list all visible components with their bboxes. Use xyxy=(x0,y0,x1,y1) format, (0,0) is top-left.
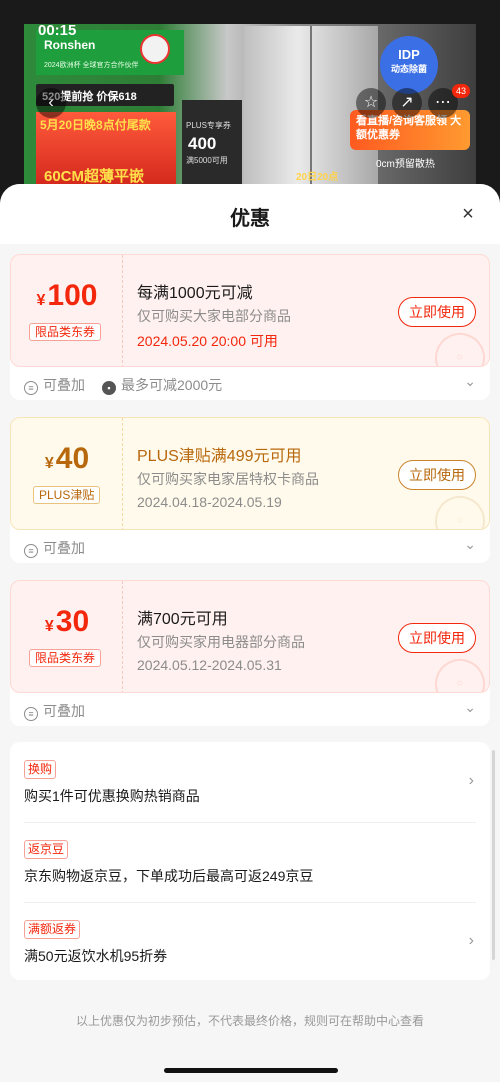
coupon-footer[interactable]: ≡ 可叠加 ⌄ xyxy=(10,693,490,726)
stack-icon: ≡ xyxy=(24,381,38,395)
coupon-amount-area: ¥30 限品类东券 xyxy=(11,581,123,692)
plus-coupon-label: PLUS专享券 xyxy=(186,121,231,130)
promotion-item-return-coupon[interactable]: 满额返券 满50元返饮水机95折券 › xyxy=(10,902,490,982)
idp-badge: IDP 动态除菌 xyxy=(380,36,438,94)
back-button[interactable]: ‹ xyxy=(36,88,66,118)
coupon-card: ¥40 PLUS津贴 PLUS津贴满499元可用 仅可购买家电家居特权卡商品 2… xyxy=(10,417,490,563)
coupon-card: ¥30 限品类东券 满700元可用 仅可购买家用电器部分商品 2024.05.1… xyxy=(10,580,490,726)
coupon-title: PLUS津贴满499元可用 xyxy=(137,448,302,465)
coupon-body: ¥40 PLUS津贴 PLUS津贴满499元可用 仅可购买家电家居特权卡商品 2… xyxy=(10,417,490,530)
brand-subtitle: 2024欧洲杯 全球官方合作伙伴 xyxy=(44,62,139,69)
close-icon: × xyxy=(462,203,474,225)
promotion-text: 满50元返饮水机95折券 xyxy=(24,948,168,964)
chevron-right-icon: › xyxy=(468,772,474,789)
currency-symbol: ¥ xyxy=(44,455,54,472)
close-button[interactable]: × xyxy=(458,204,478,224)
coupon-valid-time: 2024.05.20 20:00 可用 xyxy=(137,333,278,349)
coupon-amount: ¥30 xyxy=(11,605,123,639)
promotion-item-jingdou: 返京豆 京东购物返京豆，下单成功后最高可返249京豆 xyxy=(10,822,490,902)
amount-value: 30 xyxy=(55,605,90,638)
chevron-down-icon[interactable]: ⌄ xyxy=(464,373,476,390)
stack-icon: ≡ xyxy=(24,707,38,721)
coupon-valid-time: 2024.04.18-2024.05.19 xyxy=(137,494,282,510)
coupon-valid-time: 2024.05.12-2024.05.31 xyxy=(137,657,282,673)
promotion-tag: 返京豆 xyxy=(24,840,69,859)
coupon-amount: ¥100 xyxy=(11,279,123,313)
share-button[interactable]: ↗ xyxy=(392,88,422,118)
stack-icon: ≡ xyxy=(24,544,38,558)
promotion-item-trade-in[interactable]: 换购 购买1件可优惠换购热销商品 › xyxy=(10,742,490,822)
promotion-text: 购买1件可优惠换购热销商品 xyxy=(24,788,200,804)
event-date-text: 20日20点 xyxy=(296,172,339,183)
share-icon: ↗ xyxy=(400,94,414,111)
stackable-label: 可叠加 xyxy=(43,703,85,719)
idp-subtitle: 动态除菌 xyxy=(390,64,427,74)
promotion-tag: 换购 xyxy=(24,760,57,779)
claimed-stamp-icon: ○ xyxy=(426,650,489,692)
chevron-down-icon[interactable]: ⌄ xyxy=(464,536,476,553)
stackable-note: ≡ 可叠加 xyxy=(24,538,85,558)
chevron-down-icon[interactable]: ⌄ xyxy=(464,699,476,716)
stackable-label: 可叠加 xyxy=(43,377,85,393)
coupon-title: 满700元可用 xyxy=(137,611,228,628)
plus-coupon-condition: 满5000可用 xyxy=(186,156,228,165)
idp-title: IDP xyxy=(398,47,420,62)
product-image-area: Ronshen 2024欧洲杯 全球官方合作伙伴 00:15 520提前抢 价保… xyxy=(0,0,500,200)
claimed-stamp-icon: ○ xyxy=(426,487,489,529)
use-now-button[interactable]: 立即使用 xyxy=(398,297,476,327)
coupon-scope: 仅可购买大家电部分商品 xyxy=(137,308,291,324)
coupon-amount-area: ¥40 PLUS津贴 xyxy=(11,418,123,529)
use-now-button[interactable]: 立即使用 xyxy=(398,623,476,653)
promo-strip-text: 5月20日晚8点付尾款 xyxy=(40,118,151,132)
star-icon: ☆ xyxy=(363,94,379,111)
coupon-body: ¥30 限品类东券 满700元可用 仅可购买家用电器部分商品 2024.05.1… xyxy=(10,580,490,693)
brand-name: Ronshen xyxy=(44,38,96,52)
promotion-tag: 满额返券 xyxy=(24,920,81,939)
max-discount-note: ▪ 最多可减2000元 xyxy=(102,375,222,395)
coupon-type-tag: 限品类东券 xyxy=(29,649,102,667)
heat-gap-text: 0cm预留散热 xyxy=(376,159,435,170)
coupon-footer[interactable]: ≡ 可叠加 ▪ 最多可减2000元 ⌄ xyxy=(10,367,490,400)
favorite-button[interactable]: ☆ xyxy=(356,88,386,118)
coupon-type-tag: PLUS津贴 xyxy=(33,486,101,504)
coupon-footer[interactable]: ≡ 可叠加 ⌄ xyxy=(10,530,490,563)
promotions-panel: 换购 购买1件可优惠换购热销商品 › 返京豆 京东购物返京豆，下单成功后最高可返… xyxy=(10,742,490,980)
coupon-amount-area: ¥100 限品类东券 xyxy=(11,255,123,366)
coupon-card: ¥100 限品类东券 每满1000元可减 仅可购买大家电部分商品 2024.05… xyxy=(10,254,490,400)
coupon-scope: 仅可购买家用电器部分商品 xyxy=(137,634,305,650)
promo-headline: 60CM超薄平嵌 xyxy=(44,168,145,185)
scrollbar[interactable] xyxy=(492,750,495,960)
use-now-button[interactable]: 立即使用 xyxy=(398,460,476,490)
amount-value: 40 xyxy=(55,442,90,475)
status-time: 00:15 xyxy=(38,22,77,39)
euro-logo xyxy=(140,34,170,64)
stackable-label: 可叠加 xyxy=(43,540,85,556)
claimed-stamp-icon: ○ xyxy=(426,324,489,366)
stackable-note: ≡ 可叠加 xyxy=(24,701,85,721)
stackable-note: ≡ 可叠加 xyxy=(24,375,85,395)
sheet-title: 优惠 xyxy=(230,208,270,230)
limit-icon: ▪ xyxy=(102,381,116,395)
currency-symbol: ¥ xyxy=(36,292,46,309)
sheet-header: 优惠 × xyxy=(0,184,500,244)
coupon-type-tag: 限品类东券 xyxy=(29,323,102,341)
more-icon: ⋯ xyxy=(435,94,451,111)
offers-sheet: 优惠 × ¥100 限品类东券 每满1000元可减 仅可购买大家电部分商品 20… xyxy=(0,184,500,1082)
coupon-body: ¥100 限品类东券 每满1000元可减 仅可购买大家电部分商品 2024.05… xyxy=(10,254,490,367)
chevron-left-icon: ‹ xyxy=(48,94,54,111)
currency-symbol: ¥ xyxy=(44,618,54,635)
max-discount-label: 最多可减2000元 xyxy=(121,377,223,393)
message-count-badge: 43 xyxy=(452,84,470,98)
disclaimer-text: 以上优惠仅为初步预估，不代表最终价格，规则可在帮助中心查看 xyxy=(75,1014,424,1028)
fridge-door-line xyxy=(310,26,312,186)
coupon-amount: ¥40 xyxy=(11,442,123,476)
home-indicator[interactable] xyxy=(164,1068,338,1073)
promotion-text: 京东购物返京豆，下单成功后最高可返249京豆 xyxy=(24,868,314,884)
coupon-title: 每满1000元可减 xyxy=(137,285,253,302)
coupon-scope: 仅可购买家电家居特权卡商品 xyxy=(137,471,319,487)
amount-value: 100 xyxy=(47,279,98,312)
chevron-right-icon: › xyxy=(468,932,474,949)
plus-coupon-value: 400 xyxy=(188,134,217,153)
